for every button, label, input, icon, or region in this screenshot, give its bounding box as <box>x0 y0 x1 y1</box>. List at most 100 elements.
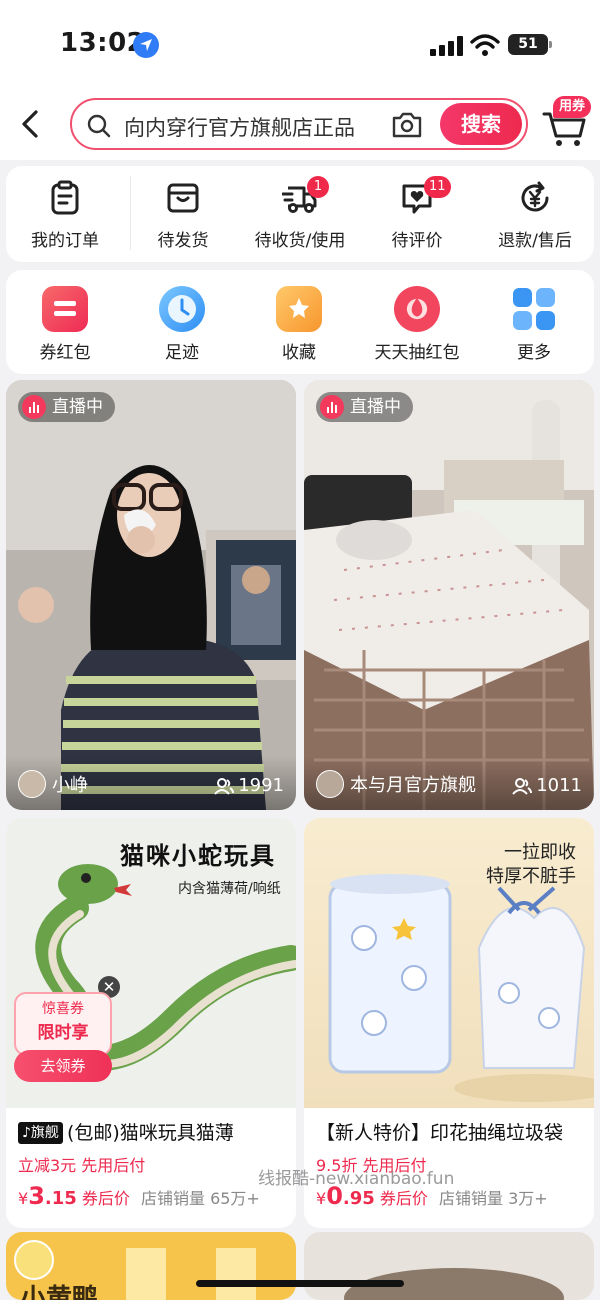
live-bars-icon <box>320 395 344 419</box>
people-icon <box>214 777 235 795</box>
coupon-widget[interactable]: 惊喜券 限时享 去领券 <box>14 992 112 1084</box>
streamer-info: 小峥 <box>18 770 88 798</box>
order-badge: 11 <box>424 176 451 198</box>
coupon-mid-label: 限时享 <box>37 1023 89 1043</box>
tool-footprint[interactable]: 足迹 <box>127 282 237 370</box>
price-decimal: .95 <box>342 1188 375 1209</box>
status-bar: 13:02 51 <box>0 0 600 90</box>
price-decimal: .15 <box>44 1188 77 1209</box>
duck-logo <box>14 1240 54 1280</box>
viewer-count-value: 1991 <box>238 775 284 796</box>
search-icon <box>87 114 111 138</box>
live-stream-thumbnail <box>6 380 296 810</box>
viewer-count: 1991 <box>214 775 284 796</box>
order-badge: 1 <box>307 176 329 198</box>
order-all[interactable]: 我的订单 <box>10 174 120 258</box>
flagship-tag: ♪旗舰 <box>18 1122 63 1144</box>
live-stream-card[interactable]: 直播中 本与月官方旗舰 1011 <box>304 380 594 810</box>
search-header: 向内穿行官方旗舰店正品 搜索 用券 <box>0 90 600 160</box>
product-title: ♪旗舰 (包邮)猫咪玩具猫薄 <box>18 1118 288 1145</box>
tool-label: 收藏 <box>282 343 316 363</box>
order-label: 我的订单 <box>31 231 99 251</box>
back-icon[interactable] <box>14 104 50 144</box>
streamer-name: 本与月官方旗舰 <box>350 775 476 796</box>
live-bars-icon <box>22 395 46 419</box>
order-label: 退款/售后 <box>498 231 572 251</box>
search-input[interactable]: 向内穿行官方旗舰店正品 搜索 <box>70 98 528 150</box>
order-label: 待收货/使用 <box>254 231 346 251</box>
live-badge: 直播中 <box>18 392 115 422</box>
location-arrow-icon <box>133 32 159 58</box>
people-icon <box>512 777 533 795</box>
viewer-count: 1011 <box>512 775 582 796</box>
product-image: 猫咪小蛇玩具 内含猫薄荷/响纸 ✕ 惊喜券 限时享 去领券 <box>6 818 296 1108</box>
product-title: 【新人特价】印花抽绳垃圾袋 <box>316 1122 564 1144</box>
live-badge-label: 直播中 <box>52 397 103 417</box>
order-refund[interactable]: 退款/售后 <box>480 174 590 258</box>
tool-shortcuts: 券红包 足迹 收藏 天天抽红包 更多 <box>6 270 594 374</box>
tool-label: 券红包 <box>39 343 91 363</box>
coupon-card: 惊喜券 限时享 <box>14 992 112 1056</box>
tool-favorites[interactable]: 收藏 <box>244 282 354 370</box>
search-query-text: 向内穿行官方旗舰店正品 <box>124 116 355 140</box>
price-currency: ¥ <box>18 1189 29 1208</box>
product-card[interactable]: 小黄鸭 <box>6 1232 296 1300</box>
price-integer: 3 <box>28 1182 45 1210</box>
order-status-bar: 我的订单 待发货 1 待收货/使用 11 待评价 退款/售后 <box>6 166 594 262</box>
avatar <box>18 770 46 798</box>
product-card[interactable]: 猫咪小蛇玩具 内含猫薄荷/响纸 ✕ 惊喜券 限时享 去领券 ♪旗舰 (包邮)猫咪玩… <box>6 818 296 1228</box>
order-to-review[interactable]: 11 待评价 <box>362 174 472 258</box>
grid-icon <box>511 286 557 332</box>
product-image <box>216 1248 256 1300</box>
product-promo: 立减3元 先用后付 <box>18 1156 146 1175</box>
image-subheadline: 特厚不脏手 <box>486 866 576 887</box>
live-badge: 直播中 <box>316 392 413 422</box>
product-image <box>126 1248 166 1300</box>
camera-icon[interactable] <box>390 111 424 139</box>
lucky-draw-icon <box>394 286 440 332</box>
wifi-icon <box>470 34 500 56</box>
battery-icon: 51 <box>508 34 552 55</box>
image-subheadline: 内含猫薄荷/响纸 <box>178 881 281 897</box>
product-image: 一拉即收 特厚不脏手 <box>304 818 594 1108</box>
tool-more[interactable]: 更多 <box>479 282 589 370</box>
coupon-icon <box>42 286 88 332</box>
product-title-text: (包邮)猫咪玩具猫薄 <box>66 1122 234 1144</box>
claim-coupon-button[interactable]: 去领券 <box>14 1050 112 1082</box>
live-badge-label: 直播中 <box>350 397 401 417</box>
viewer-count-value: 1011 <box>536 775 582 796</box>
box-icon <box>167 183 199 213</box>
image-headline: 猫咪小蛇玩具 <box>120 842 276 870</box>
clock-icon <box>159 286 205 332</box>
product-card[interactable] <box>304 1232 594 1300</box>
price-suffix: 券后价 <box>379 1189 428 1208</box>
live-stream-card[interactable]: 直播中 小峥 1991 <box>6 380 296 810</box>
coupon-top-label: 惊喜券 <box>42 1001 84 1017</box>
tool-label: 足迹 <box>165 343 199 363</box>
product-image-headline: 小黄鸭 <box>20 1284 99 1300</box>
tool-lucky-draw[interactable]: 天天抽红包 <box>362 282 472 370</box>
yuan-return-icon <box>521 181 549 212</box>
shop-sales: 店铺销量 65万+ <box>140 1189 260 1208</box>
shop-sales: 店铺销量 3万+ <box>438 1189 548 1208</box>
order-to-ship[interactable]: 待发货 <box>128 174 238 258</box>
price-suffix: 券后价 <box>81 1189 130 1208</box>
streamer-name: 小峥 <box>52 775 88 796</box>
search-button[interactable]: 搜索 <box>440 103 522 145</box>
watermark-text: 线报酷-new.xianbao.fun <box>258 1169 455 1189</box>
cellular-signal-icon <box>430 36 464 56</box>
tool-label: 更多 <box>517 343 551 363</box>
star-folder-icon <box>276 286 322 332</box>
live-stream-thumbnail <box>304 380 594 810</box>
order-label: 待评价 <box>391 231 443 251</box>
tool-label: 天天抽红包 <box>374 343 460 363</box>
streamer-info: 本与月官方旗舰 <box>316 770 476 798</box>
order-to-receive[interactable]: 1 待收货/使用 <box>245 174 355 258</box>
price-currency: ¥ <box>316 1189 327 1208</box>
cart-coupon-badge: 用券 <box>553 96 592 118</box>
home-indicator[interactable] <box>196 1280 404 1287</box>
tool-coupons[interactable]: 券红包 <box>10 282 120 370</box>
order-label: 待发货 <box>157 231 209 251</box>
product-price: ¥3.15 券后价 店铺销量 65万+ <box>18 1182 260 1210</box>
clipboard-icon <box>51 180 79 215</box>
